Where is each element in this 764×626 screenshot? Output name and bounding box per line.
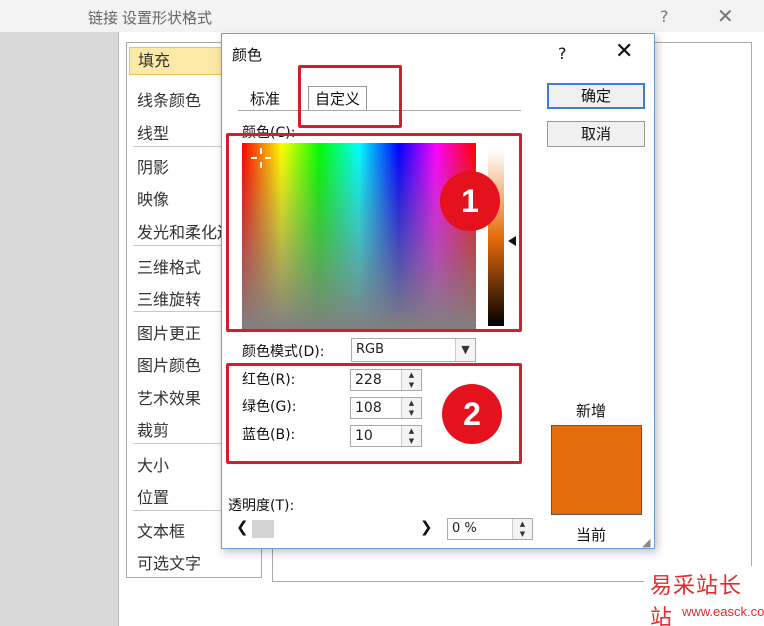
sidebar-item-line-color[interactable]: 线条颜色: [137, 87, 201, 111]
sidebar-item-shadow[interactable]: 阴影: [137, 154, 169, 178]
transparency-value: 0 %: [452, 521, 477, 536]
color-model-select[interactable]: RGB ▼: [351, 338, 476, 362]
chevron-down-icon[interactable]: ▼: [455, 339, 475, 361]
sidebar-item-3d-rotation[interactable]: 三维旋转: [137, 286, 201, 310]
transparency-label: 透明度(T):: [228, 498, 295, 514]
sidebar-item-reflection[interactable]: 映像: [137, 186, 169, 210]
transparency-input[interactable]: 0 % ▲ ▼: [447, 518, 533, 540]
sidebar-item-crop[interactable]: 裁剪: [137, 417, 169, 441]
background-help-button[interactable]: ?: [660, 7, 669, 26]
new-color-label: 新增: [576, 402, 607, 420]
format-shape-title: 设置形状格式: [122, 9, 213, 27]
annotation-badge-2: 2: [442, 384, 502, 444]
dialog-title: 颜色: [232, 46, 263, 64]
transparency-slider-thumb[interactable]: [252, 520, 274, 538]
color-preview-swatch: [551, 425, 642, 515]
sidebar-item-text-box[interactable]: 文本框: [137, 518, 185, 542]
sidebar-item-picture-color[interactable]: 图片颜色: [137, 352, 201, 376]
desktop-background: [0, 32, 118, 626]
dialog-close-button[interactable]: ✕: [615, 39, 633, 64]
spin-down-icon[interactable]: ▼: [513, 529, 532, 539]
dialog-help-button[interactable]: ?: [558, 44, 567, 63]
watermark-url: www.easck.com: [682, 604, 764, 619]
annotation-box-spectrum: [226, 133, 522, 332]
sidebar-item-glow[interactable]: 发光和柔化边: [137, 219, 233, 243]
sidebar-item-picture-corrections[interactable]: 图片更正: [137, 320, 201, 344]
sidebar-item-size[interactable]: 大小: [137, 452, 169, 476]
background-link-text: 链接: [88, 9, 119, 27]
sidebar-item-line-style[interactable]: 线型: [137, 120, 169, 144]
sidebar-item-position[interactable]: 位置: [137, 484, 169, 508]
chevron-left-icon[interactable]: ❮: [236, 518, 249, 536]
sidebar-item-alt-text[interactable]: 可选文字: [137, 550, 201, 574]
resize-grip-icon[interactable]: ◢: [642, 536, 650, 549]
annotation-badge-1: 1: [440, 171, 500, 231]
color-model-label: 颜色模式(D):: [242, 344, 325, 360]
watermark: 易采站长站 www.easck.com: [644, 566, 764, 626]
ok-button[interactable]: 确定: [547, 83, 645, 109]
sidebar-item-artistic-effects[interactable]: 艺术效果: [137, 385, 201, 409]
tab-standard[interactable]: 标准: [250, 87, 280, 111]
color-model-value: RGB: [356, 342, 385, 357]
current-color-label: 当前: [576, 526, 607, 544]
chevron-right-icon[interactable]: ❯: [420, 518, 433, 536]
transparency-spinner[interactable]: ▲ ▼: [512, 519, 532, 539]
cancel-button[interactable]: 取消: [547, 121, 645, 147]
sidebar-item-3d-format[interactable]: 三维格式: [137, 254, 201, 278]
annotation-box-custom-tab: [298, 65, 402, 128]
spin-up-icon[interactable]: ▲: [513, 519, 532, 529]
background-close-button[interactable]: ✕: [717, 4, 734, 28]
